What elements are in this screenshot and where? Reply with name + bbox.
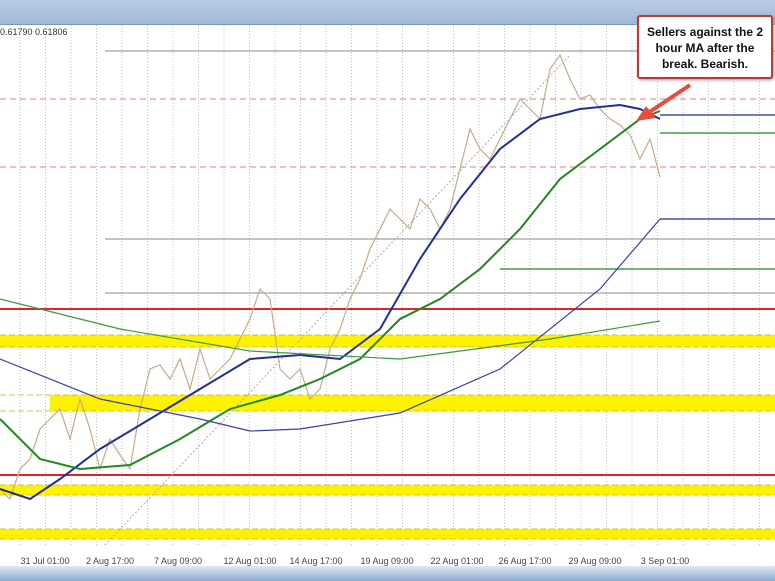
trend-line <box>104 54 571 546</box>
bid-ask-quote: 0.61790 0.61806 <box>0 27 68 37</box>
x-tick-label: 22 Aug 01:00 <box>430 556 484 566</box>
series-200-hour-ma <box>0 110 661 471</box>
x-tick-label: 26 Aug 17:00 <box>498 556 552 566</box>
series-price <box>0 53 661 501</box>
price-chart <box>0 25 775 546</box>
annotation-line: break. Bearish. <box>661 57 749 71</box>
series-100-hour-ma <box>0 103 661 501</box>
x-tick-label: 12 Aug 01:00 <box>223 556 277 566</box>
support-zone <box>0 335 775 347</box>
x-tick-label: 19 Aug 09:00 <box>360 556 414 566</box>
x-tick-label: 29 Aug 09:00 <box>568 556 622 566</box>
annotation-box: Sellers against the 2 hour MA after the … <box>637 15 773 79</box>
annotation-line: Sellers against the 2 <box>646 25 764 39</box>
bottom-scroll-bar[interactable] <box>0 566 775 581</box>
x-tick-label: 31 Jul 01:00 <box>20 556 70 566</box>
x-tick-label: 14 Aug 17:00 <box>289 556 343 566</box>
x-tick-label: 7 Aug 09:00 <box>153 556 203 566</box>
support-zone <box>0 485 775 495</box>
x-tick-label: 2 Aug 17:00 <box>85 556 135 566</box>
support-zone <box>50 395 775 411</box>
annotation-line: hour MA after the <box>655 41 755 55</box>
x-tick-label: 3 Sep 01:00 <box>640 556 690 566</box>
support-zone <box>0 529 775 539</box>
